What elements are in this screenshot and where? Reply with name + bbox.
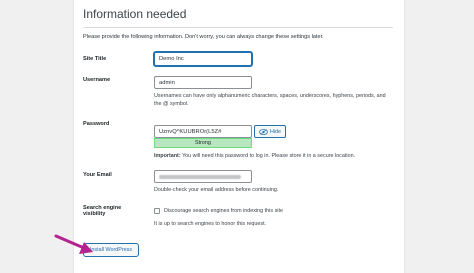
hide-password-button[interactable]: Hide xyxy=(254,125,286,138)
heading-divider xyxy=(83,27,393,28)
install-button-label: Install WordPress xyxy=(89,247,133,253)
arrow-icon xyxy=(54,234,93,254)
email-label: Your Email xyxy=(83,172,112,178)
site-title-input[interactable]: Demo Inc xyxy=(154,52,252,66)
password-strength-indicator: Strong xyxy=(154,138,252,148)
discourage-search-checkbox[interactable] xyxy=(154,208,160,214)
important-text: You will need this password to log in. P… xyxy=(182,153,356,159)
username-help: Usernames can have only alphanumeric cha… xyxy=(154,93,386,107)
page-heading: Information needed xyxy=(83,7,187,21)
email-redacted xyxy=(159,175,241,179)
intro-text: Please provide the following information… xyxy=(83,34,324,40)
discourage-search-label: Discourage search engines from indexing … xyxy=(164,208,283,214)
eye-slash-icon xyxy=(259,128,268,135)
important-label: Important: xyxy=(154,153,181,159)
password-important-note: Important: You will need this password t… xyxy=(154,152,394,160)
search-visibility-label-line2: visibility xyxy=(83,211,106,217)
username-input[interactable]: admin xyxy=(154,76,252,89)
username-label: Username xyxy=(83,77,111,83)
search-visibility-label: Search engine visibility xyxy=(83,205,121,217)
email-input[interactable] xyxy=(154,170,252,183)
site-title-label: Site Title xyxy=(83,56,107,62)
password-input[interactable]: UznvQ^KUUBROr(L5Z# xyxy=(154,125,252,138)
password-label: Password xyxy=(83,121,110,127)
search-visibility-help: It is up to search engines to honor this… xyxy=(154,221,267,227)
hide-button-label: Hide xyxy=(269,128,282,135)
email-help: Double-check your email address before c… xyxy=(154,187,279,193)
